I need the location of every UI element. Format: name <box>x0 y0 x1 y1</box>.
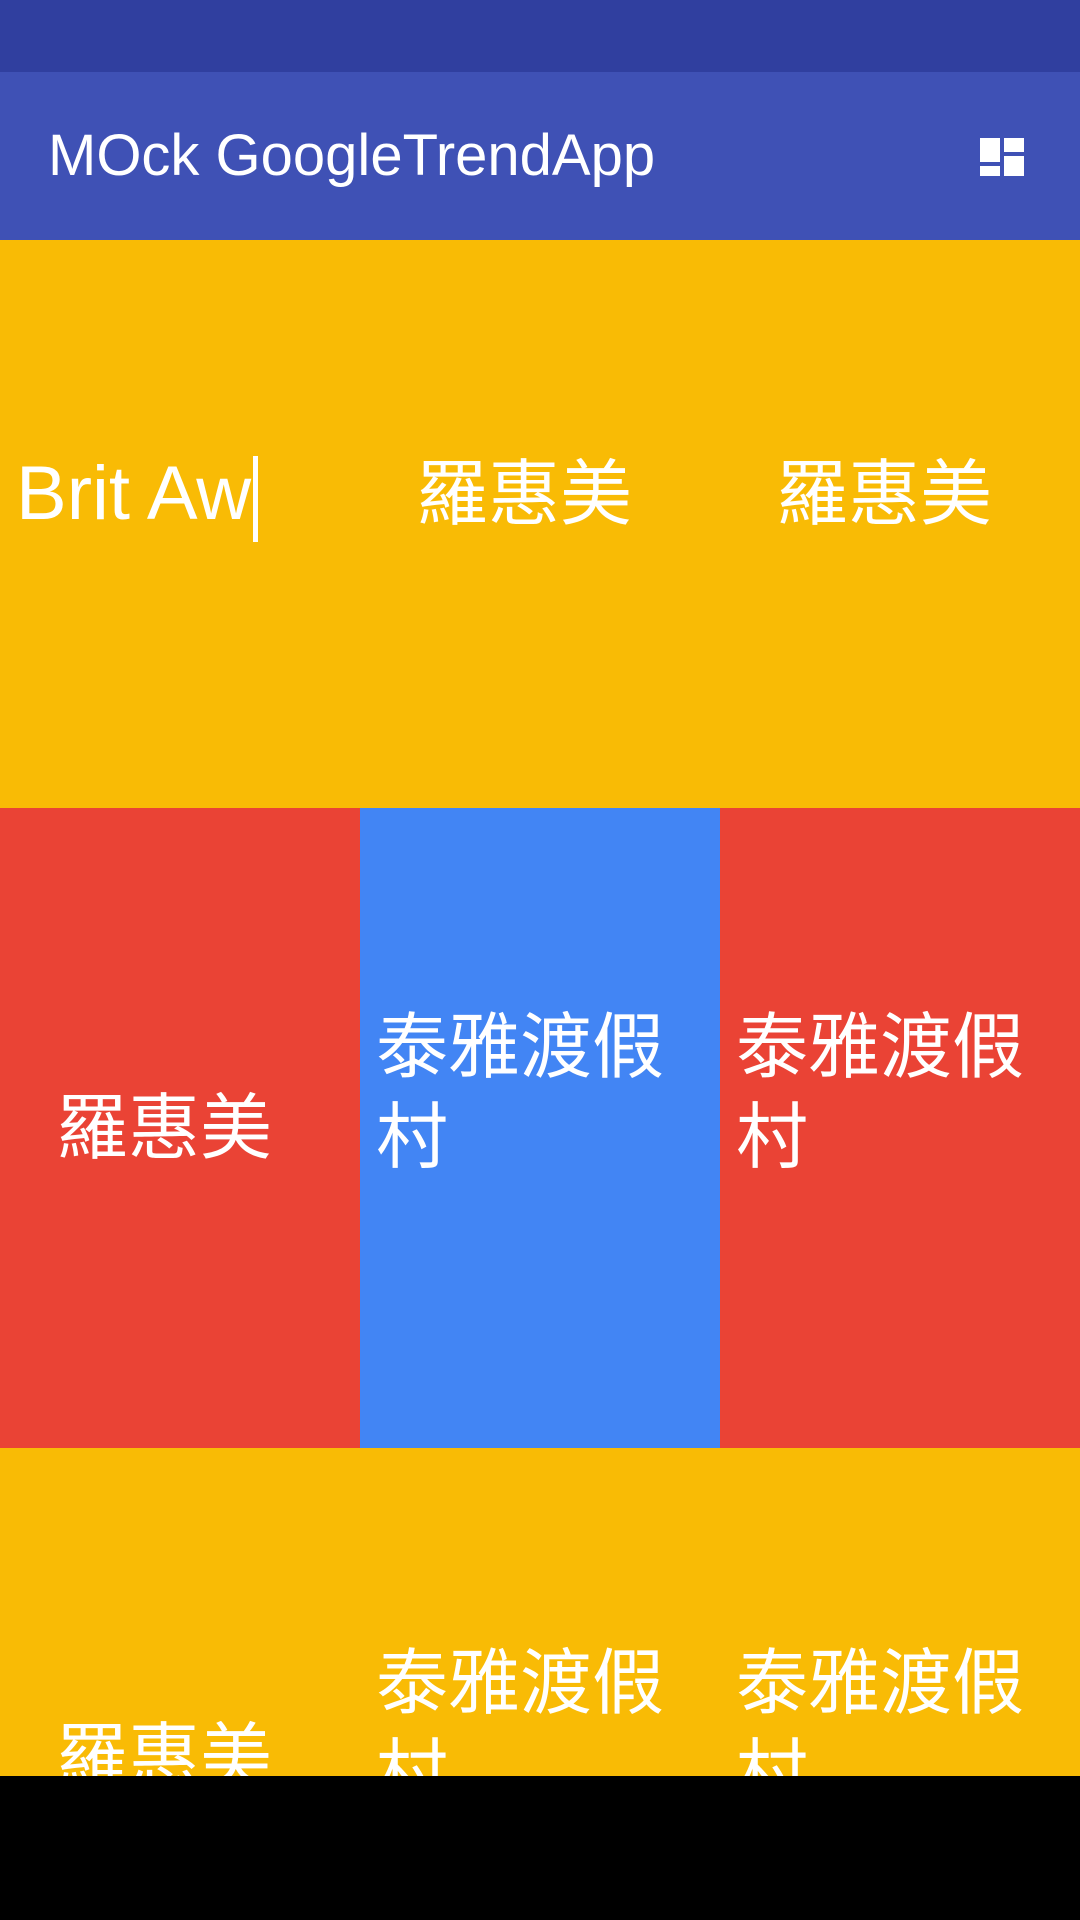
app-title: MOck GoogleTrendApp <box>48 123 656 188</box>
trend-tile-label: 羅惠美 <box>56 1086 273 1170</box>
trend-tile[interactable]: 羅惠美 <box>360 240 720 808</box>
trend-tile-label: 泰雅渡假村 <box>376 1005 665 1179</box>
trend-tile-label: 泰雅渡假村 <box>376 1641 665 1776</box>
trend-tile[interactable]: 羅惠美 <box>720 240 1080 808</box>
dashboard-grid-icon[interactable] <box>970 124 1034 188</box>
trend-tile-label: 羅惠美 <box>776 452 993 536</box>
trend-tile-label: Brit Aw <box>16 449 259 542</box>
trend-tile[interactable]: 羅惠美 <box>0 808 360 1448</box>
text-cursor <box>253 455 259 542</box>
trend-tile-label: 羅惠美 <box>416 452 633 536</box>
trend-tile[interactable]: 羅惠美 <box>0 1448 360 1776</box>
navigation-bar <box>0 1776 1080 1920</box>
trend-tile-label: 羅惠美 <box>56 1715 273 1776</box>
app-bar: MOck GoogleTrendApp <box>0 72 1080 240</box>
status-bar <box>0 0 1080 72</box>
trend-tile-label: 泰雅渡假村 <box>736 1005 1025 1179</box>
trend-tile[interactable]: 泰雅渡假村 <box>720 1448 1080 1776</box>
trend-tile[interactable]: 泰雅渡假村 <box>360 808 720 1448</box>
trend-tile[interactable]: 泰雅渡假村 <box>720 808 1080 1448</box>
trend-grid: Brit Aw 羅惠美 羅惠美 羅惠美 泰雅渡假村 泰雅渡假村 羅惠美 泰雅渡假… <box>0 240 1080 1776</box>
trend-tile[interactable]: Brit Aw <box>0 240 360 808</box>
trend-tile-label: 泰雅渡假村 <box>736 1641 1025 1776</box>
trend-tile[interactable]: 泰雅渡假村 <box>360 1448 720 1776</box>
